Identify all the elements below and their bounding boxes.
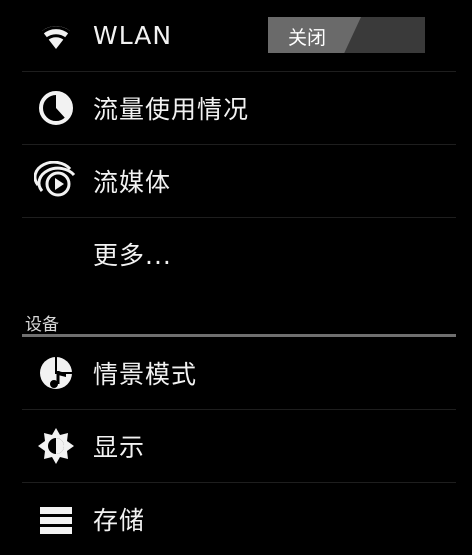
display-label: 显示 — [93, 433, 146, 462]
data-usage-icon — [34, 86, 78, 130]
settings-list: WLAN 关闭 流量使用情况 流媒体 更多... 设备 情景模式 显示 存储 — [0, 0, 472, 555]
audio-profiles-row[interactable]: 情景模式 — [0, 337, 472, 409]
audio-profiles-label: 情景模式 — [93, 360, 198, 389]
wlan-toggle[interactable]: 关闭 — [268, 17, 425, 53]
storage-icon — [34, 497, 78, 541]
audio-profiles-icon — [34, 351, 78, 395]
storage-label: 存储 — [93, 506, 146, 535]
streaming-row[interactable]: 流媒体 — [0, 145, 472, 217]
wlan-label: WLAN — [93, 21, 173, 50]
streaming-label: 流媒体 — [93, 168, 172, 197]
storage-row[interactable]: 存储 — [0, 483, 472, 555]
display-brightness-icon — [34, 424, 78, 468]
more-row[interactable]: 更多... — [0, 218, 472, 290]
device-section-header: 设备 — [0, 290, 472, 335]
more-label: 更多... — [93, 241, 172, 270]
wlan-row[interactable]: WLAN 关闭 — [0, 0, 472, 71]
streaming-icon — [34, 159, 78, 203]
data-usage-row[interactable]: 流量使用情况 — [0, 72, 472, 144]
wifi-icon — [34, 14, 78, 58]
section-title: 设备 — [25, 315, 59, 335]
data-usage-label: 流量使用情况 — [93, 95, 250, 124]
wlan-toggle-text: 关闭 — [288, 27, 327, 49]
display-row[interactable]: 显示 — [0, 410, 472, 482]
